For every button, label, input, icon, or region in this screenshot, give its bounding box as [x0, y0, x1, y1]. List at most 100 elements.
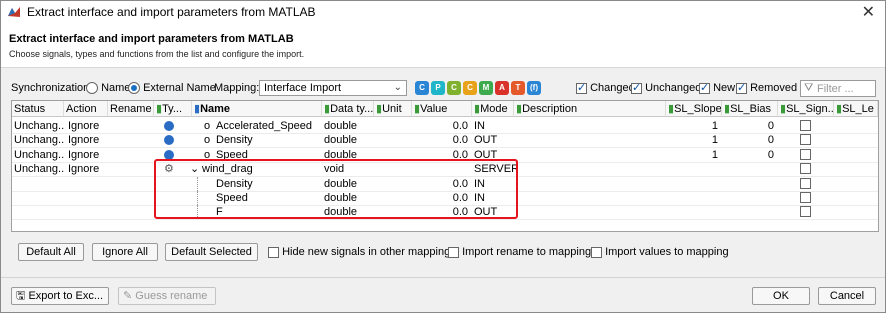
cell-datatype: double: [324, 134, 358, 147]
cell-sl-slope: [668, 162, 718, 176]
sl-sign-checkbox[interactable]: [800, 177, 811, 189]
mapping-select[interactable]: Interface Import ⌄: [259, 80, 407, 96]
removed-checkbox[interactable]: [736, 81, 747, 94]
dialog-window: Extract interface and import parameters …: [0, 0, 886, 313]
import-rename-option[interactable]: Import rename to mapping: [448, 246, 591, 258]
guess-icon: ✎: [123, 290, 133, 302]
guess-rename-button[interactable]: ✎ Guess rename: [118, 287, 216, 305]
import-values-label: Import values to mapping: [605, 246, 729, 258]
col-unit[interactable]: ▮Unit: [374, 101, 412, 117]
cell-sl-bias: 0: [767, 148, 774, 161]
cell-status: Unchang...: [14, 120, 64, 132]
cell-action: Ignore: [68, 148, 100, 161]
header-subtitle: Choose signals, types and functions from…: [9, 49, 305, 59]
import-values-option[interactable]: Import values to mapping: [591, 246, 729, 258]
sl-sign-checkbox[interactable]: [800, 163, 811, 175]
new-checkbox[interactable]: [699, 81, 710, 94]
sync-name-label: Name: [101, 82, 131, 94]
filter-type-button[interactable]: (f): [527, 81, 541, 95]
cell-sl-slope: 1: [711, 148, 718, 161]
cell-status: Unchang...: [14, 134, 64, 147]
cell-sl-bias: 0: [767, 134, 774, 147]
sl-sign-checkbox[interactable]: [800, 206, 811, 218]
cell-status: [14, 177, 64, 191]
col-type[interactable]: ▮Ty...: [154, 101, 192, 117]
dialog-header: Extract interface and import parameters …: [1, 23, 885, 68]
hide-new-checkbox[interactable]: [268, 246, 279, 258]
changed-label: Changed: [590, 82, 635, 94]
col-status[interactable]: Status: [12, 101, 64, 117]
mapping-value: Interface Import: [264, 82, 342, 94]
filter-type-button[interactable]: C: [463, 81, 477, 95]
close-icon[interactable]: ✕: [862, 2, 875, 22]
cell-sl-slope: [668, 177, 718, 191]
import-rename-label: Import rename to mapping: [462, 246, 592, 258]
col-name[interactable]: ▮Name: [192, 101, 322, 117]
cell-sl-bias: [724, 191, 774, 205]
hide-new-option[interactable]: Hide new signals in other mappings: [268, 246, 456, 258]
cell-sl-slope: 1: [711, 134, 718, 147]
changed-checkbox[interactable]: [576, 81, 587, 94]
signal-icon: [164, 119, 184, 133]
col-sl-le[interactable]: ▮SL_Le: [834, 101, 878, 117]
filter-type-button[interactable]: C: [447, 81, 461, 95]
filter-placeholder: Filter ...: [817, 83, 854, 95]
default-selected-button[interactable]: Default Selected: [165, 243, 258, 261]
col-datatype[interactable]: ▮Data ty...: [322, 101, 374, 117]
hide-new-label: Hide new signals in other mappings: [282, 246, 456, 258]
ignore-all-button[interactable]: Ignore All: [92, 243, 158, 261]
import-rename-checkbox[interactable]: [448, 246, 459, 258]
sync-external-radio[interactable]: [128, 82, 140, 95]
filter-input[interactable]: ⛛ Filter ...: [800, 80, 876, 97]
col-sl-slope[interactable]: ▮SL_Slope: [666, 101, 722, 117]
filter-changed[interactable]: Changed: [576, 81, 635, 94]
sl-sign-checkbox[interactable]: [800, 192, 811, 203]
col-sl-sign-label: SL_Sign...: [786, 103, 834, 115]
header-title: Extract interface and import parameters …: [9, 33, 294, 45]
unchanged-checkbox[interactable]: [631, 81, 642, 94]
col-action[interactable]: Action: [64, 101, 108, 117]
sync-external-option[interactable]: External Name: [128, 82, 216, 95]
col-sl-bias[interactable]: ▮SL_Bias: [722, 101, 778, 117]
filter-type-button[interactable]: A: [495, 81, 509, 95]
cell-status: [14, 205, 64, 219]
filter-type-button[interactable]: T: [511, 81, 525, 95]
sl-sign-checkbox[interactable]: [800, 120, 811, 131]
filter-type-button[interactable]: M: [479, 81, 493, 95]
cell-sl-slope: 1: [711, 120, 718, 132]
filter-type-button[interactable]: P: [431, 81, 445, 95]
window-title: Extract interface and import parameters …: [27, 5, 316, 19]
signal-icon: [164, 133, 184, 147]
ok-button[interactable]: OK: [752, 287, 810, 305]
sl-sign-checkbox[interactable]: [800, 134, 811, 146]
col-sl-slope-label: SL_Slope: [674, 103, 722, 115]
sync-name-radio[interactable]: [86, 82, 98, 95]
filter-new[interactable]: New: [699, 81, 736, 94]
sl-sign-checkbox[interactable]: [800, 148, 811, 160]
import-values-checkbox[interactable]: [591, 246, 602, 258]
filter-type-button[interactable]: C: [415, 81, 429, 95]
new-label: New: [713, 82, 736, 94]
col-rename[interactable]: Rename: [108, 101, 154, 117]
unchanged-label: Unchanged: [645, 82, 702, 94]
cell-action: Ignore: [68, 120, 100, 132]
cell-name: Density: [216, 134, 253, 147]
filter-removed[interactable]: Removed: [736, 81, 797, 94]
col-description[interactable]: ▮Description: [514, 101, 666, 117]
footer-divider: [1, 277, 885, 278]
col-sl-sign[interactable]: ▮SL_Sign...: [778, 101, 834, 117]
cell-value: 0.0: [452, 134, 468, 147]
col-value-label: Value: [420, 103, 448, 115]
col-value[interactable]: ▮Value: [412, 101, 472, 117]
cell-sl-slope: [668, 191, 718, 205]
col-mode-label: Mode: [480, 103, 508, 115]
default-all-button[interactable]: Default All: [18, 243, 84, 261]
cell-sl-bias: [724, 162, 774, 176]
cell-value: 0.0: [452, 120, 468, 132]
sync-name-option[interactable]: Name: [86, 82, 131, 95]
filter-unchanged[interactable]: Unchanged: [631, 81, 702, 94]
export-excel-button[interactable]: 🖫 Export to Exc...: [11, 287, 109, 305]
col-mode[interactable]: ▮Mode: [472, 101, 514, 117]
cancel-button[interactable]: Cancel: [818, 287, 876, 305]
export-label: Export to Exc...: [28, 290, 104, 302]
